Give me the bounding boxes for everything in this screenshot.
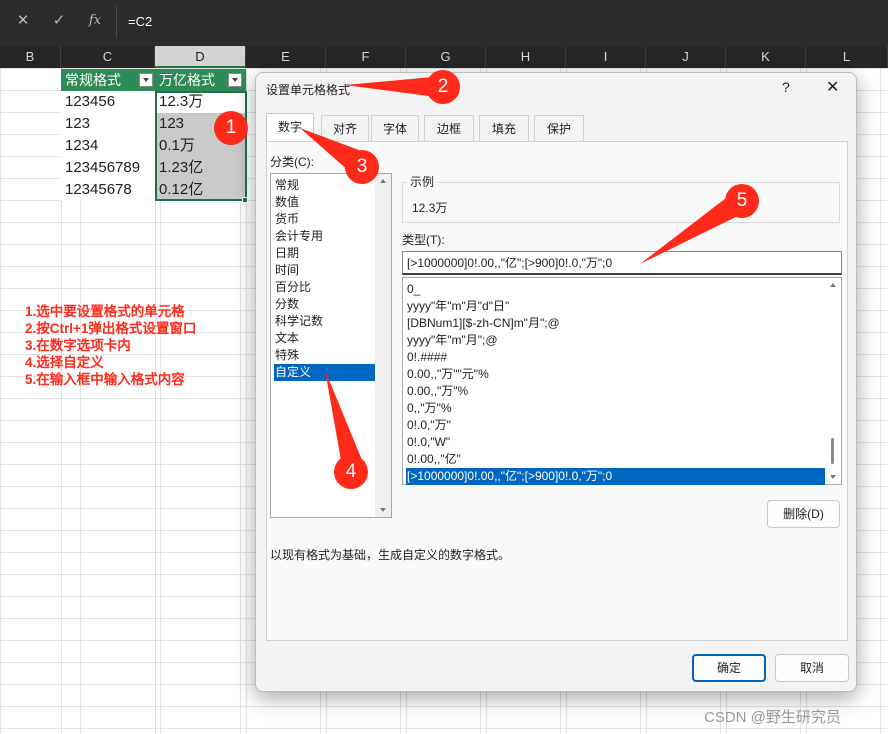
callout-badge-2: 2 <box>426 70 460 104</box>
callout-badge-1: 1 <box>214 111 248 145</box>
callout-arrow-4 <box>325 370 362 466</box>
callout-arrows <box>300 76 744 466</box>
callout-badge-3: 3 <box>345 150 379 184</box>
callout-badge-4: 4 <box>334 455 368 489</box>
callout-badge-5: 5 <box>725 184 759 218</box>
watermark: CSDN @野生研究员 <box>704 709 841 726</box>
